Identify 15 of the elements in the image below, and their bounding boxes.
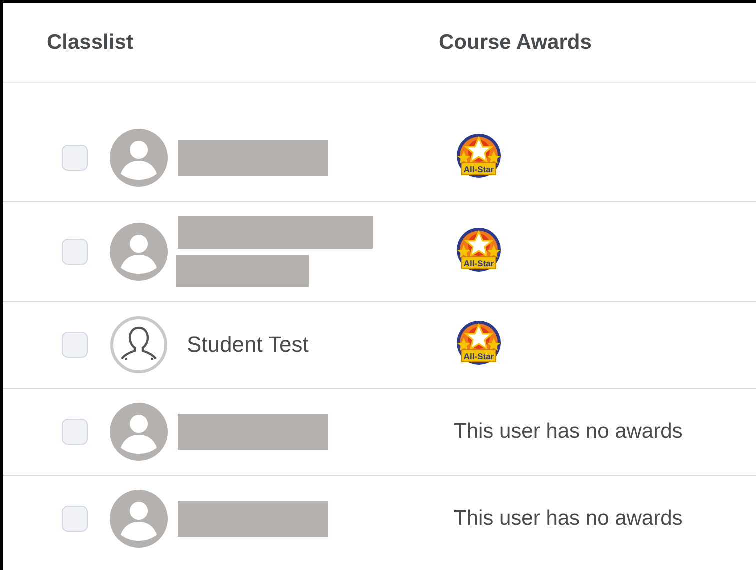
avatar-icon	[110, 222, 168, 280]
avatar-icon	[110, 490, 168, 548]
student-name: Student Test	[187, 332, 309, 358]
avatar-icon	[110, 403, 168, 461]
avatar-icon	[110, 316, 168, 374]
row-checkbox[interactable]	[62, 419, 88, 445]
row-checkbox[interactable]	[62, 506, 88, 532]
row-checkbox[interactable]	[62, 332, 88, 358]
avatar-icon	[110, 129, 168, 187]
no-awards-text: This user has no awards	[454, 420, 683, 444]
row-checkbox[interactable]	[62, 145, 88, 171]
column-header: Classlist	[47, 30, 134, 54]
column-header: Course Awards	[439, 30, 593, 54]
row-checkbox[interactable]	[62, 238, 88, 264]
no-awards-text: This user has no awards	[454, 507, 683, 531]
